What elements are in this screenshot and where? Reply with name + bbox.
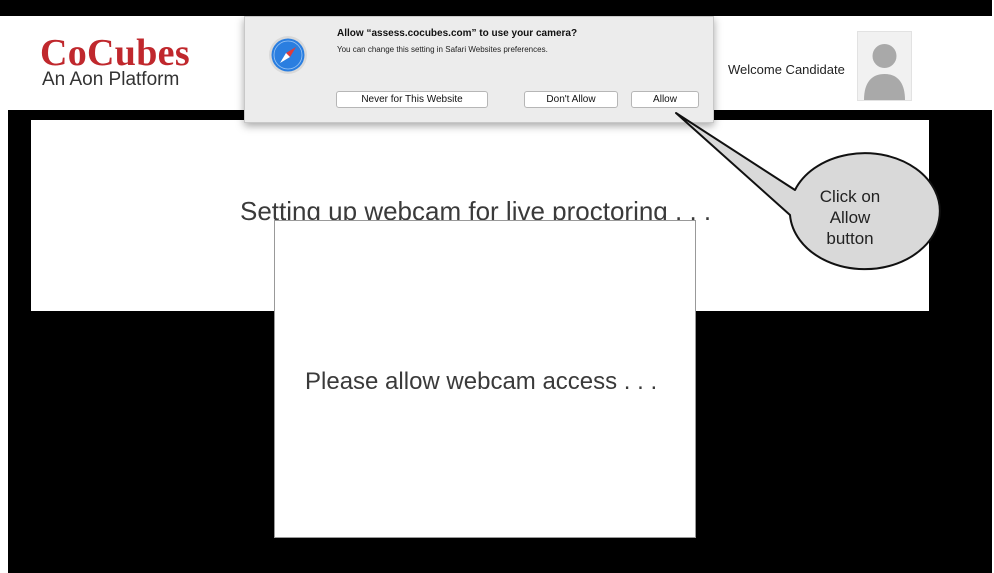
- callout-text: Click on Allow button: [800, 186, 900, 249]
- top-black-bar: [0, 0, 994, 16]
- avatar[interactable]: [857, 31, 912, 101]
- never-for-this-website-button[interactable]: Never for This Website: [336, 91, 488, 108]
- dialog-title: Allow “assess.cocubes.com” to use your c…: [337, 28, 578, 39]
- logo-subtitle: An Aon Platform: [42, 69, 180, 90]
- welcome-text: Welcome Candidate: [728, 62, 845, 77]
- webcam-message: Please allow webcam access . . .: [305, 368, 658, 395]
- user-silhouette-icon: [864, 44, 905, 100]
- dont-allow-button[interactable]: Don't Allow: [524, 91, 618, 108]
- dialog-subtitle: You can change this setting in Safari We…: [337, 45, 548, 54]
- safari-compass-icon: [268, 35, 308, 75]
- logo-title: CoCubes: [40, 32, 190, 74]
- screen: CoCubes An Aon Platform Welcome Candidat…: [0, 0, 994, 573]
- callout-line-1: Click on: [819, 187, 881, 206]
- callout-line-2: Allow: [829, 208, 871, 227]
- allow-button[interactable]: Allow: [631, 91, 699, 108]
- callout-line-3: button: [826, 229, 874, 248]
